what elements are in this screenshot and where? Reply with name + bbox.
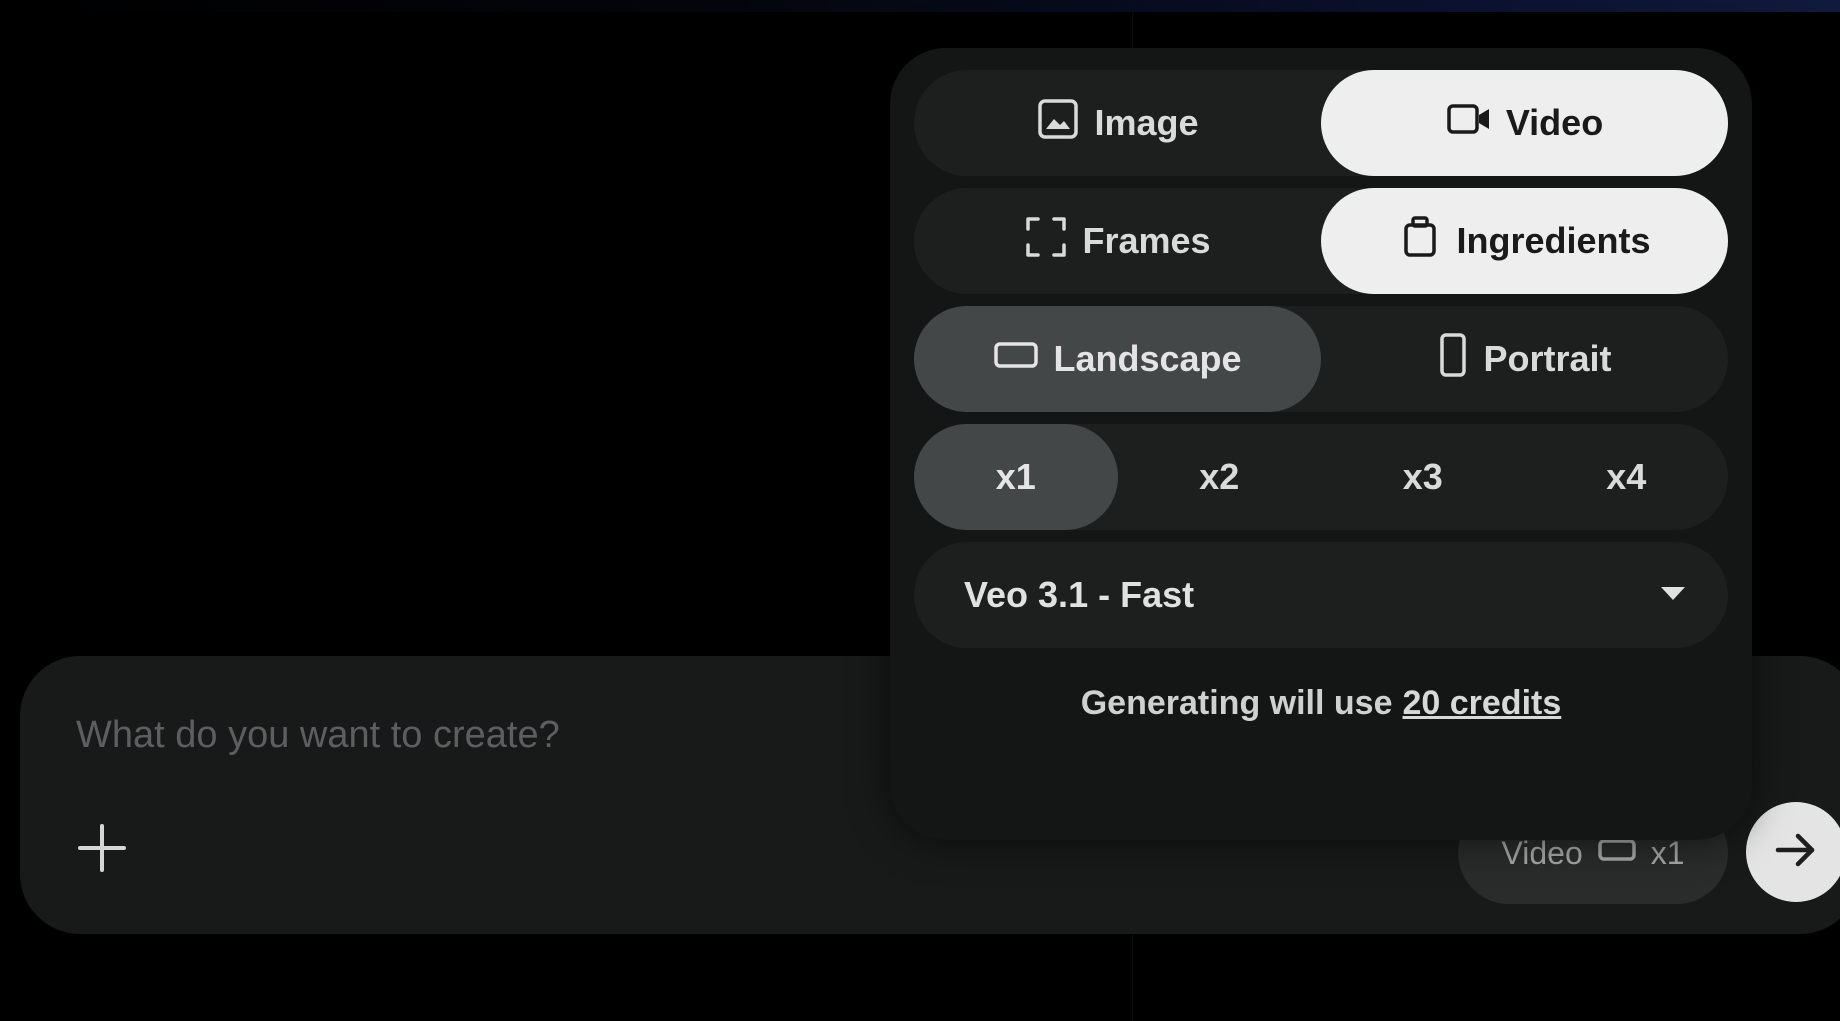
summary-count: x1 <box>1650 834 1685 871</box>
option-landscape[interactable]: Landscape <box>914 306 1321 412</box>
arrow-right-icon <box>1772 826 1820 879</box>
model-select-value: Veo 3.1 - Fast <box>964 574 1195 615</box>
ingredients-icon <box>1398 215 1442 268</box>
option-frames-label: Frames <box>1082 220 1211 261</box>
top-edge-glow <box>0 0 1840 12</box>
option-landscape-label: Landscape <box>1053 338 1242 379</box>
orientation-toggle: Landscape Portrait <box>914 306 1728 412</box>
send-button[interactable] <box>1746 802 1840 902</box>
option-image-label: Image <box>1094 102 1199 143</box>
frames-icon <box>1024 215 1068 268</box>
option-portrait[interactable]: Portrait <box>1321 306 1728 412</box>
option-count-x3[interactable]: x3 <box>1321 424 1525 530</box>
video-camera-icon <box>1446 99 1492 148</box>
plus-icon <box>76 822 128 879</box>
video-source-toggle: Frames Ingredients <box>914 188 1728 294</box>
option-video[interactable]: Video <box>1321 70 1728 176</box>
summary-type: Video <box>1501 834 1583 871</box>
option-ingredients[interactable]: Ingredients <box>1321 188 1728 294</box>
model-select[interactable]: Veo 3.1 - Fast <box>914 542 1728 648</box>
credits-link[interactable]: 20 credits <box>1402 684 1561 722</box>
image-icon <box>1036 97 1080 150</box>
output-count-toggle: x1 x2 x3 x4 <box>914 424 1728 530</box>
credits-text: Generating will use <box>1080 684 1393 722</box>
generation-settings-panel: Image Video Frames Ingredients Landscape… <box>890 48 1752 840</box>
output-type-toggle: Image Video <box>914 70 1728 176</box>
option-count-x1[interactable]: x1 <box>914 424 1118 530</box>
credits-notice: Generating will use 20 credits <box>890 684 1752 723</box>
landscape-icon <box>1597 835 1637 872</box>
option-video-label: Video <box>1505 102 1604 143</box>
app-stage: What do you want to create? Video x1 Ima… <box>0 0 1840 1021</box>
option-count-x2[interactable]: x2 <box>1118 424 1322 530</box>
portrait-icon <box>1437 332 1469 387</box>
landscape-icon <box>993 338 1039 380</box>
caret-down-icon <box>1658 583 1688 608</box>
option-count-x4[interactable]: x4 <box>1525 424 1729 530</box>
option-frames[interactable]: Frames <box>914 188 1321 294</box>
option-image[interactable]: Image <box>914 70 1321 176</box>
prompt-input[interactable]: What do you want to create? <box>76 714 560 757</box>
option-ingredients-label: Ingredients <box>1456 220 1651 261</box>
option-portrait-label: Portrait <box>1483 338 1612 379</box>
add-media-button[interactable] <box>74 822 130 878</box>
